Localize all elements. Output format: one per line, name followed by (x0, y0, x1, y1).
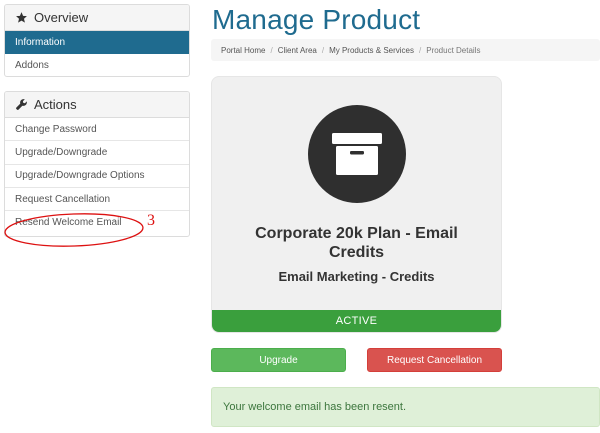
overview-panel: Overview Information Addons (4, 4, 190, 77)
sidebar-item-information[interactable]: Information (5, 31, 189, 55)
success-alert: Your welcome email has been resent. (211, 387, 600, 427)
breadcrumb-separator: / (270, 45, 273, 55)
breadcrumb-separator: / (419, 45, 422, 55)
annotation-ellipse (4, 213, 144, 247)
sidebar-item-request-cancellation[interactable]: Request Cancellation (5, 188, 189, 212)
product-group: Email Marketing - Credits (278, 269, 435, 284)
sidebar-item-addons[interactable]: Addons (5, 54, 189, 76)
breadcrumb-current: Product Details (426, 45, 481, 55)
actions-panel-header: Actions (5, 92, 189, 118)
breadcrumb-portal-home[interactable]: Portal Home (221, 46, 265, 55)
page-title: Manage Product (212, 4, 421, 35)
breadcrumb-my-products[interactable]: My Products & Services (329, 46, 414, 55)
product-card: Corporate 20k Plan - Email Credits Email… (211, 76, 502, 333)
sidebar-item-label: Request Cancellation (15, 193, 111, 205)
sidebar-item-label: Upgrade/Downgrade Options (15, 170, 145, 182)
overview-panel-title: Overview (34, 10, 89, 25)
overview-panel-header: Overview (5, 5, 189, 31)
upgrade-button[interactable]: Upgrade (211, 348, 346, 372)
actions-panel-title: Actions (34, 97, 77, 112)
sidebar-item-change-password[interactable]: Change Password (5, 118, 189, 142)
archive-box-icon (308, 105, 406, 203)
sidebar-item-label: Addons (15, 60, 49, 72)
product-name: Corporate 20k Plan - Email Credits (255, 225, 458, 261)
sidebar-item-label: Upgrade/Downgrade (15, 146, 108, 158)
breadcrumb-client-area[interactable]: Client Area (278, 46, 317, 55)
request-cancellation-button[interactable]: Request Cancellation (367, 348, 502, 372)
star-icon (15, 11, 28, 24)
sidebar-item-label: Information (15, 36, 66, 48)
sidebar-item-upgrade-downgrade[interactable]: Upgrade/Downgrade (5, 141, 189, 165)
breadcrumb-separator: / (321, 45, 325, 55)
status-badge: ACTIVE (212, 310, 501, 332)
wrench-icon (15, 98, 28, 111)
sidebar-item-label: Change Password (15, 123, 97, 135)
annotation-number: 3 (147, 212, 155, 229)
breadcrumb: Portal Home / Client Area / My Products … (211, 39, 600, 61)
sidebar-item-upgrade-downgrade-options[interactable]: Upgrade/Downgrade Options (5, 165, 189, 188)
